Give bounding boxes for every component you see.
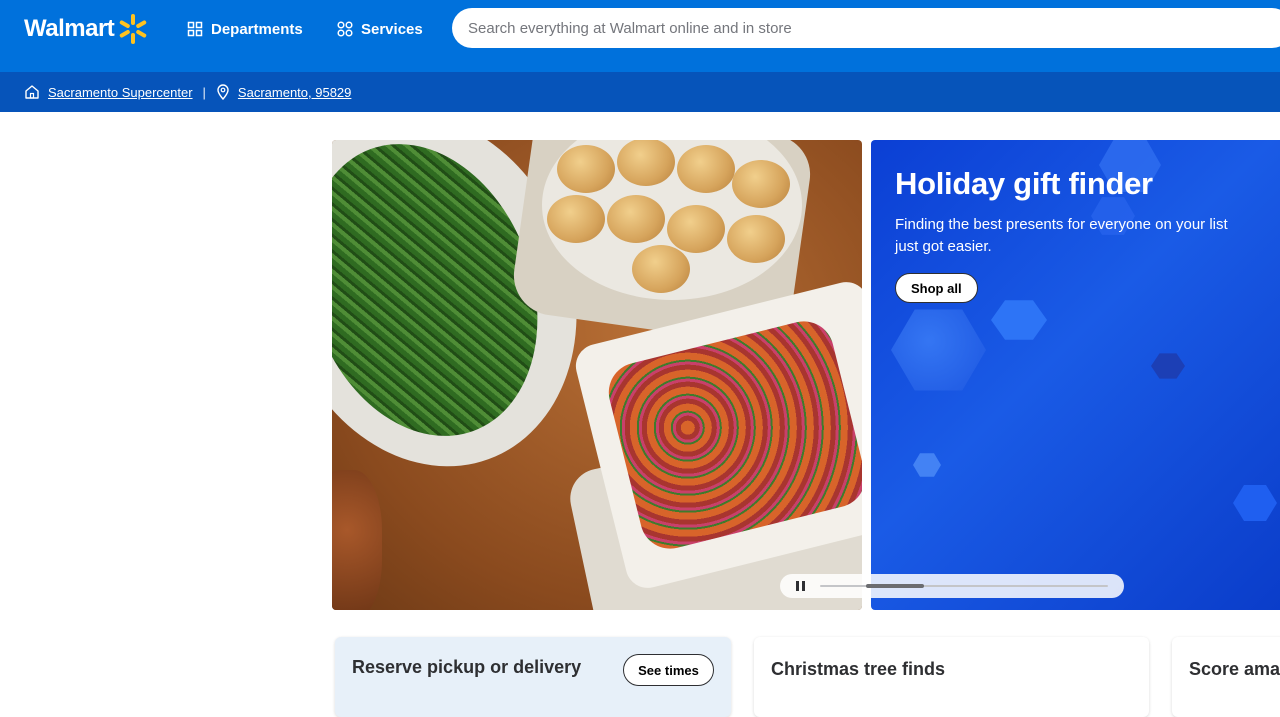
services-grid-icon [337,21,353,37]
carousel-controls [780,574,1124,598]
search-bar [452,8,1280,48]
services-label: Services [361,20,423,38]
location-bar: Sacramento Supercenter | Sacramento, 958… [0,72,1280,112]
store-link[interactable]: Sacramento Supercenter [48,85,193,100]
walmart-logo[interactable]: Walmart [24,14,148,44]
store-icon [25,85,39,99]
departments-button[interactable]: Departments [187,18,303,40]
grid-icon [187,21,203,37]
search-input[interactable] [468,19,1280,37]
shop-all-button[interactable]: Shop all [895,273,978,303]
pause-icon[interactable] [796,581,805,591]
carousel-progress-indicator [866,584,924,588]
location-pin-icon [217,84,229,100]
spark-icon [118,14,148,44]
see-times-button[interactable]: See times [623,654,714,686]
logo-text: Walmart [24,15,115,42]
reserve-pickup-title: Reserve pickup or delivery [352,657,582,677]
departments-label: Departments [211,20,303,38]
holiday-gift-finder-banner[interactable]: Holiday gift finder Finding the best pre… [871,140,1280,610]
score-card-title: Score ama [1189,659,1280,679]
gift-finder-title: Holiday gift finder [895,166,1153,201]
reserve-pickup-card[interactable]: Reserve pickup or delivery See times [335,637,731,717]
christmas-tree-title: Christmas tree finds [771,659,946,679]
services-button[interactable]: Services [337,18,423,40]
carousel-progress-track[interactable] [820,584,1108,588]
top-header: Walmart Departments Services [0,0,1280,72]
address-link[interactable]: Sacramento, 95829 [238,85,351,100]
christmas-tree-card[interactable]: Christmas tree finds [754,637,1149,717]
gift-finder-subtitle: Finding the best presents for everyone o… [895,216,1228,255]
score-card[interactable]: Score ama [1172,637,1280,717]
hero-food-image[interactable] [332,140,862,610]
location-separator: | [202,84,206,100]
